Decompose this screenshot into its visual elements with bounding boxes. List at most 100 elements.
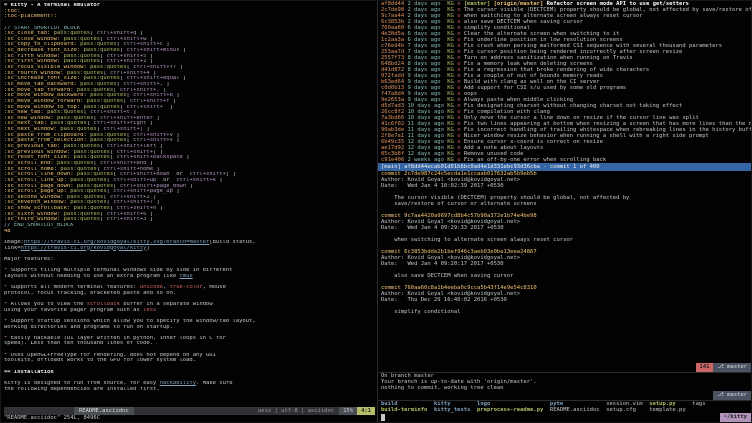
text-segment: `ctrl+shift+right` [90,121,150,126]
prompt-spacer [385,413,720,422]
text-segment: ] [176,138,179,143]
text-segment: `ctrl+shift+k` [173,178,219,183]
gitlog-window[interactable]: commit 2c7de987c24c5ecda1e1ccaab017632ab… [378,171,751,373]
text-segment: tmux [180,274,193,279]
gitstatus-window[interactable]: On branch masterYour branch is up-to-dat… [378,373,751,401]
text-segment: ] [183,48,186,53]
text-segment: * [4,285,11,290]
text-segment: `ctrl+shift+h` [113,206,159,211]
text-segment: :sc_move_tab_backward: [4,82,77,87]
tig-log[interactable]: af8dd44 2 days ago KG o [master] [origin… [378,1,751,163]
shell-prompt[interactable]: ~/kitty [378,413,751,422]
text-segment: * [4,353,11,358]
text-segment: the following dependencies are installed… [4,387,160,392]
text-segment: :sc_sixth_window: [4,212,60,217]
text-segment: pass:quotes [64,212,100,217]
text-segment: pass:quotes [74,155,110,160]
text-segment: ] [153,71,156,76]
text-segment: `ctrl+shift+v` [130,133,176,138]
text-segment: `ctrl+shift+down` [117,172,173,177]
text-segment: pass:quotes [83,48,119,53]
text-segment: `ctrl+shift+up` [110,178,160,183]
text-segment: `ctrl+shift+page_down` [117,184,190,189]
text-segment: :sc_next_tab: [4,121,47,126]
vim-buffer[interactable]: = kitty - A terminal emulator:toc::toc-p… [4,3,377,407]
text-segment: ] [170,105,173,110]
text-segment: save/restore of cursor or alternate scre… [381,201,537,207]
exit-code-badge: 141 [696,363,714,372]
text-segment: pass:quotes [90,93,126,98]
text-segment: ] [166,42,169,47]
text-segment: :sc_copy_to_clipboard: [4,42,77,47]
text-segment: Add support for CSI s/u used by some old… [464,85,626,91]
text-segment: :sc_decrease_font_size: [4,48,80,53]
text-segment: :sc_previous_window: [4,150,70,155]
text-segment: ] [156,167,159,172]
text-segment: less [143,308,156,313]
text-segment [4,364,7,369]
text-segment: == Installation [4,370,54,375]
text-segment [4,20,7,25]
text-segment: Easily hackable (UI layer written in pyt… [11,336,226,341]
text-segment: :sc_scroll_end: [4,161,54,166]
text-segment: `ctrl+shift+left` [103,144,159,149]
text-segment: Supports all modern terminal features: [11,285,140,290]
text-segment: pass:quotes [83,105,119,110]
vim-window[interactable]: = kitty - A terminal emulator:toc::toc-p… [1,1,378,422]
text-segment: or [160,178,173,183]
statusline-position: 4:1 [357,407,375,415]
text-segment: `ctrl+shift+7` [110,200,156,205]
text-segment: :sc_next_window: [4,127,57,132]
text-segment: when switching to alternate screen alway… [381,237,573,243]
text-segment: * [4,336,11,341]
right-column: af8dd44 2 days ago KG o [master] [origin… [378,1,751,422]
text-segment: `ctrl+shift+.` [117,88,163,93]
text-segment: :sc_scroll_page_up: [4,189,67,194]
shell-window[interactable]: build kitty logo pyte session.vim setup.… [378,401,751,422]
text-segment: :sc_scroll_line_up: [4,178,67,183]
text-segment: Date: Thu Dec 29 16:40:02 2016 +0530 [381,297,507,303]
text-segment: :sc_reset_font_size: [4,155,70,160]
text-segment: pass:quotes [50,121,86,126]
text-segment [4,262,7,267]
git-branch-segment: ⎇ master [713,363,751,372]
text-segment: `ctrl+shift+b` [130,93,176,98]
text-segment: pass:quotes [67,195,103,200]
text-segment: pass:quotes [57,116,93,121]
text-segment [4,375,7,380]
text-segment: image: [4,240,24,245]
text-segment: ] [140,31,143,36]
text-segment: pass:quotes [64,59,100,64]
vim-line: the following dependencies are installed… [4,387,377,393]
text-segment: pass:quotes [70,200,106,205]
text-segment [4,296,7,301]
text-segment: Support startup sessions which allow you… [11,319,256,324]
text-segment: :sc_close_tab: [4,31,50,36]
text-segment: `ctrl+shift+home` [100,167,156,172]
text-segment: `ctrl+shift+s` [130,138,176,143]
tig-window[interactable]: af8dd44 2 days ago KG o [master] [origin… [378,1,751,171]
text-segment: Supports tiling multiple terminal window… [11,268,233,273]
text-segment: ] [133,110,136,115]
text-segment: :sc_scroll_page_down: [4,184,74,189]
text-segment: Date: Wed Jan 4 09:29:33 2017 +0530 [381,225,504,231]
text-segment: ] [153,195,156,200]
text-segment: :sc_show_scrollback: [4,206,70,211]
text-segment: . Make sure [196,381,232,386]
text-segment: ] [160,144,163,149]
text-segment: ] [146,246,149,251]
text-segment: pass:quotes [90,133,126,138]
text-segment: toolkits, offloads works to the GPU for … [4,358,196,363]
text-segment: pass:quotes [64,37,100,42]
text-segment: `ctrl+shift+w` [103,37,149,42]
tig-statusbar: [main] af8dd44ecab01d01b6bc0ad4e1d331ebc… [378,163,751,171]
text-segment: ] [189,184,192,189]
vim-statusline: README.asciidoc unix | utf-8 | asciidoc … [4,407,375,415]
text-segment: ] [219,178,222,183]
text-segment: pass:quotes [70,189,106,194]
text-segment: pass:quotes [90,138,126,143]
text-segment: pass:quotes [80,42,116,47]
text-segment: https://travis-ci.org/kovidgoyal/kitty.s… [24,240,209,245]
text-segment: Date: Wed Jan 4 09:20:17 2017 +0530 [381,261,504,267]
text-segment: = kitty - A terminal emulator [4,3,100,8]
